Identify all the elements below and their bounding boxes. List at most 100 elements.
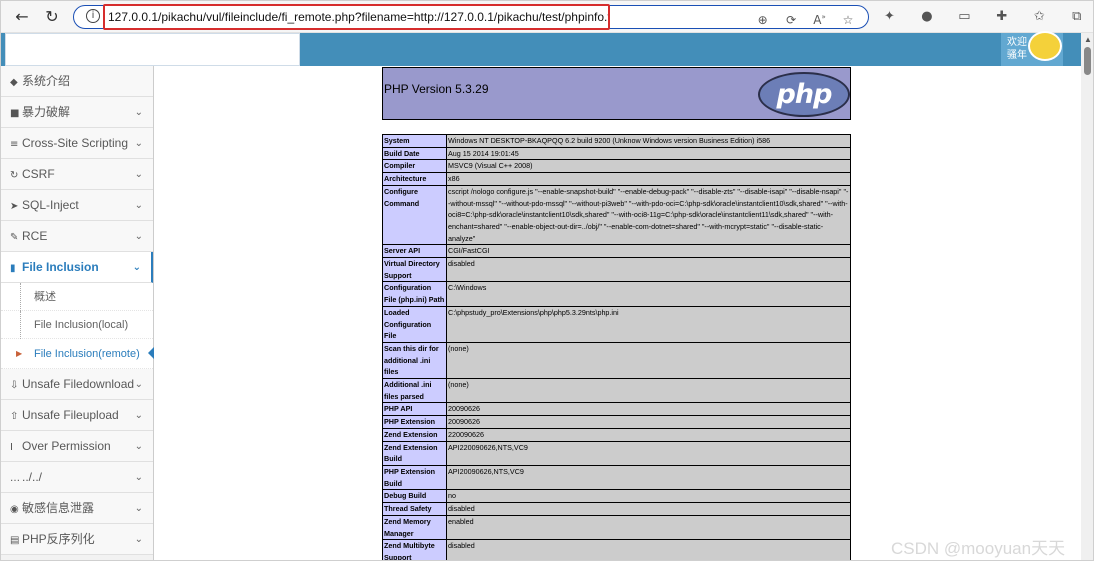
chevron-down-icon: ⌄ bbox=[134, 138, 143, 149]
scroll-thumb[interactable] bbox=[1084, 47, 1091, 75]
read-aloud-icon[interactable]: A» bbox=[808, 8, 832, 29]
extensions-puzzle-icon[interactable]: ✚ bbox=[985, 7, 1018, 27]
welcome-line-2: 骚年 bbox=[1007, 50, 1027, 61]
table-row: Additional .ini files parsed (none) bbox=[382, 378, 851, 404]
phpinfo-key: Virtual Directory Support bbox=[382, 257, 447, 283]
phpinfo-key: Server API bbox=[382, 244, 447, 259]
chevron-down-icon: ⌄ bbox=[134, 379, 143, 390]
sidebar-item-over-permission[interactable]: I Over Permission ⌄ bbox=[1, 431, 153, 462]
refresh-icon[interactable]: ↻ bbox=[41, 7, 63, 27]
table-row: Scan this dir for additional .ini files(… bbox=[382, 341, 851, 380]
back-arrow-icon[interactable]: ← bbox=[11, 7, 33, 27]
sidebar-subitem-fi-local[interactable]: File Inclusion(local) bbox=[1, 311, 153, 339]
caret-right-icon: ▶ bbox=[16, 349, 23, 358]
phpinfo-key: Debug Build bbox=[382, 489, 447, 504]
sidebar-item-label: PHP反序列化 bbox=[22, 532, 95, 546]
phpinfo-value: (none) bbox=[446, 378, 851, 404]
phpinfo-value: 20090626 bbox=[446, 402, 851, 417]
table-row: PHP Extension Build API20090626,NTS,VC9 bbox=[382, 464, 851, 491]
list-icon: ≡ bbox=[10, 139, 19, 150]
download-icon: ⇩ bbox=[10, 380, 19, 391]
sidebar-item-file-inclusion[interactable]: ▮ File Inclusion ⌄ bbox=[1, 252, 153, 283]
php-logo-text: php bbox=[776, 79, 833, 110]
browser-toolbar: ← ↻ i 127.0.0.1/pikachu/vul/fileinclude/… bbox=[1, 1, 1093, 44]
avatar[interactable] bbox=[1028, 31, 1062, 61]
address-bar[interactable]: i 127.0.0.1/pikachu/vul/fileinclude/fi_r… bbox=[73, 5, 869, 29]
text-cursor-icon: I bbox=[10, 442, 13, 453]
chevron-down-icon: ⌄ bbox=[134, 534, 143, 545]
bird-extension-icon[interactable]: ✦ bbox=[873, 7, 906, 27]
translate-icon[interactable]: ⟳ bbox=[779, 11, 803, 29]
sidebar-item-dir-traversal[interactable]: … ../../ ⌄ bbox=[1, 462, 153, 493]
table-row: Architecture x86 bbox=[382, 172, 851, 186]
table-row: Compiler MSVC9 (Visual C++ 2008) bbox=[382, 159, 851, 174]
server-icon: ▤ bbox=[10, 535, 20, 546]
tag-icon: ◆ bbox=[10, 77, 18, 88]
phpinfo-key: Configuration File (php.ini) Path bbox=[382, 281, 447, 307]
phpinfo-value: 220090626 bbox=[446, 427, 851, 442]
sidebar-item-label: File Inclusion bbox=[22, 260, 99, 274]
scroll-up-icon[interactable]: ▲ bbox=[1084, 35, 1092, 44]
sidebar-item-intro[interactable]: ◆ 系统介绍 bbox=[1, 66, 153, 97]
phpinfo-key: Thread Safety bbox=[382, 502, 447, 516]
phpinfo-key: Build Date bbox=[382, 146, 447, 161]
sidebar-subitem-overview[interactable]: 概述 bbox=[1, 283, 153, 311]
table-row: Thread Safety disabled bbox=[382, 502, 851, 516]
collections-icon[interactable]: ⧉ bbox=[1060, 7, 1093, 27]
sidebar-item-unsafe-fileupload[interactable]: ⇧ Unsafe Fileupload ⌄ bbox=[1, 400, 153, 431]
table-row: Zend Extension Build API220090626,NTS,VC9 bbox=[382, 440, 851, 466]
favorite-star-icon[interactable]: ☆ bbox=[836, 11, 860, 29]
file-icon: ▮ bbox=[10, 263, 16, 274]
table-row: Loaded Configuration File C:\phpstudy_pro… bbox=[382, 305, 851, 343]
site-info-icon[interactable]: i bbox=[86, 9, 100, 23]
phpinfo-key: PHP API bbox=[382, 402, 447, 417]
phpinfo-key: Architecture bbox=[382, 172, 447, 186]
phpinfo-header: PHP Version 5.3.29 php bbox=[382, 67, 851, 120]
sidebar-item-label: 敏感信息泄露 bbox=[22, 501, 95, 515]
phpinfo-value: API220090626,NTS,VC9 bbox=[446, 440, 851, 466]
phpinfo-value: (none) bbox=[446, 341, 851, 380]
sidebar-subitem-label: File Inclusion(remote) bbox=[34, 348, 140, 360]
sidebar-item-php-unserialize[interactable]: ▤ PHP反序列化 ⌄ bbox=[1, 524, 153, 555]
phpinfo-key: Zend Multibyte Support bbox=[382, 539, 447, 560]
site-header: 欢迎 骚年 bbox=[1, 33, 1093, 66]
zoom-icon[interactable]: ⊕ bbox=[751, 11, 775, 29]
address-tools: ⊕ ⟳ A» ☆ bbox=[751, 8, 860, 29]
sidebar-subitem-fi-remote[interactable]: ▶ File Inclusion(remote) bbox=[1, 339, 154, 369]
sidebar-item-info-leak[interactable]: ◉ 敏感信息泄露 ⌄ bbox=[1, 493, 153, 524]
sidebar-item-csrf[interactable]: ↻ CSRF ⌄ bbox=[1, 159, 153, 190]
refresh-icon: ↻ bbox=[10, 170, 19, 181]
sidebar-item-unsafe-filedownload[interactable]: ⇩ Unsafe Filedownload ⌄ bbox=[1, 369, 153, 400]
sidebar-subitem-label: 概述 bbox=[34, 291, 56, 303]
chevron-down-icon: ⌄ bbox=[134, 503, 143, 514]
chevron-down-icon: ⌄ bbox=[134, 169, 143, 180]
lock-icon: ■ bbox=[10, 108, 20, 119]
sidebar-item-bruteforce[interactable]: ■ 暴力破解 ⌄ bbox=[1, 97, 153, 128]
sidebar-item-rce[interactable]: ✎ RCE ⌄ bbox=[1, 221, 153, 252]
sidebar-item-sqli[interactable]: ➤ SQL-Inject ⌄ bbox=[1, 190, 153, 221]
phpinfo-value: cscript /nologo configure.js "--enable-s… bbox=[446, 184, 851, 246]
favorites-icon[interactable]: ✩ bbox=[1023, 7, 1056, 27]
phpinfo-key: Zend Extension bbox=[382, 427, 447, 442]
chevron-down-icon: ⌄ bbox=[134, 441, 143, 452]
phpinfo-value: enabled bbox=[446, 514, 851, 541]
php-logo: php bbox=[758, 72, 850, 117]
sidebar-item-xss[interactable]: ≡ Cross-Site Scripting ⌄ bbox=[1, 128, 153, 159]
chevron-down-icon: ⌄ bbox=[134, 472, 143, 483]
phpinfo-key: Loaded Configuration File bbox=[382, 305, 447, 343]
sidebar-item-label: Cross-Site Scripting bbox=[22, 136, 129, 150]
phpinfo-value: x86 bbox=[446, 172, 851, 186]
sidebar-item-label: ../../ bbox=[22, 470, 43, 484]
sidebar-item-label: Unsafe Filedownload bbox=[22, 377, 135, 391]
reading-mode-icon[interactable]: ▭ bbox=[948, 7, 981, 27]
chevron-down-icon: ⌄ bbox=[134, 107, 143, 118]
phpinfo-value: C:\Windows bbox=[446, 281, 851, 307]
phpinfo-table: System Windows NT DESKTOP-BKAQPQQ 6.2 bui… bbox=[382, 134, 851, 560]
phpinfo-key: System bbox=[382, 134, 447, 148]
table-row: Zend Multibyte Support disabled bbox=[382, 539, 851, 560]
phpinfo-key: Scan this dir for additional .ini files bbox=[382, 341, 447, 380]
circle-extension-icon[interactable]: ● bbox=[910, 7, 943, 27]
url-text[interactable]: 127.0.0.1/pikachu/vul/fileinclude/fi_rem… bbox=[108, 8, 608, 26]
sidebar-item-label: Unsafe Fileupload bbox=[22, 408, 119, 422]
page-scrollbar[interactable]: ▲ bbox=[1081, 33, 1093, 560]
